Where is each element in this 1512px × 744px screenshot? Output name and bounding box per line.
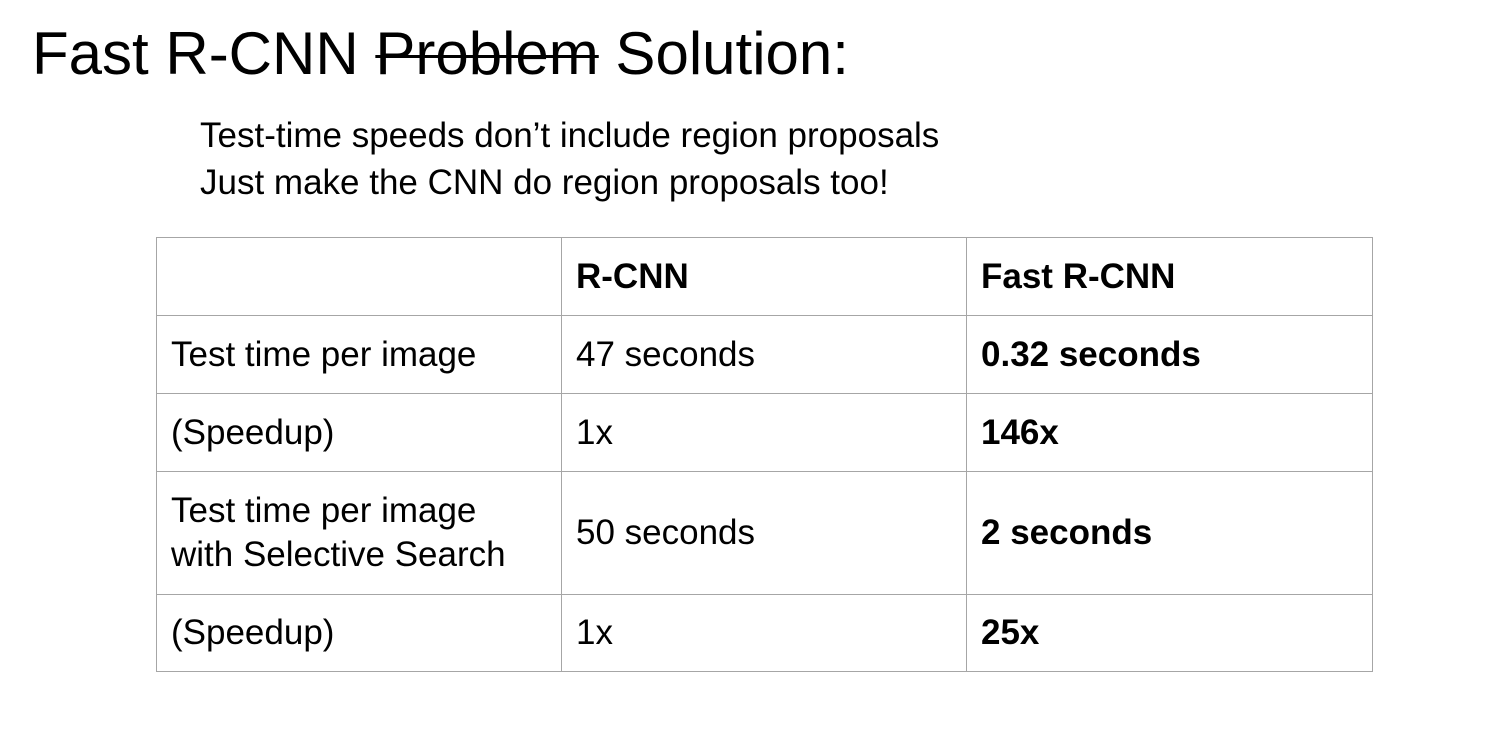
fast-rcnn-cell: 25x — [966, 594, 1373, 672]
slide-title: Fast R-CNN Problem Solution: — [32, 18, 849, 90]
subtitle-line: Just make the CNN do region proposals to… — [200, 163, 889, 202]
comparison-table: R-CNN Fast R-CNN Test time per image 47 … — [156, 237, 1373, 672]
row-label-cell: Test time per image with Selective Searc… — [156, 471, 562, 595]
rcnn-cell: 1x — [561, 393, 967, 472]
table-row: Test time per image with Selective Searc… — [156, 471, 1373, 595]
slide-subtitle: Test-time speeds don’t include region pr… — [200, 112, 939, 206]
subtitle-line: Test-time speeds don’t include region pr… — [200, 116, 940, 155]
rcnn-cell: 50 seconds — [561, 471, 967, 595]
table-row: Test time per image 47 seconds 0.32 seco… — [156, 315, 1373, 394]
header-cell: R-CNN — [561, 237, 967, 316]
row-label-cell: (Speedup) — [156, 594, 562, 672]
row-label-cell: (Speedup) — [156, 393, 562, 472]
fast-rcnn-cell: 0.32 seconds — [966, 315, 1373, 394]
rcnn-cell: 1x — [561, 594, 967, 672]
table-row: (Speedup) 1x 25x — [156, 594, 1373, 672]
table-row: (Speedup) 1x 146x — [156, 393, 1373, 472]
rcnn-cell: 47 seconds — [561, 315, 967, 394]
title-struck-word: Problem — [375, 20, 599, 87]
row-label-cell: Test time per image — [156, 315, 562, 394]
fast-rcnn-cell: 146x — [966, 393, 1373, 472]
title-suffix: Solution: — [598, 20, 849, 87]
header-cell: Fast R-CNN — [966, 237, 1373, 316]
title-prefix: Fast R-CNN — [32, 20, 376, 87]
header-cell — [156, 237, 562, 316]
fast-rcnn-cell: 2 seconds — [966, 471, 1373, 595]
table-header-row: R-CNN Fast R-CNN — [156, 237, 1373, 316]
